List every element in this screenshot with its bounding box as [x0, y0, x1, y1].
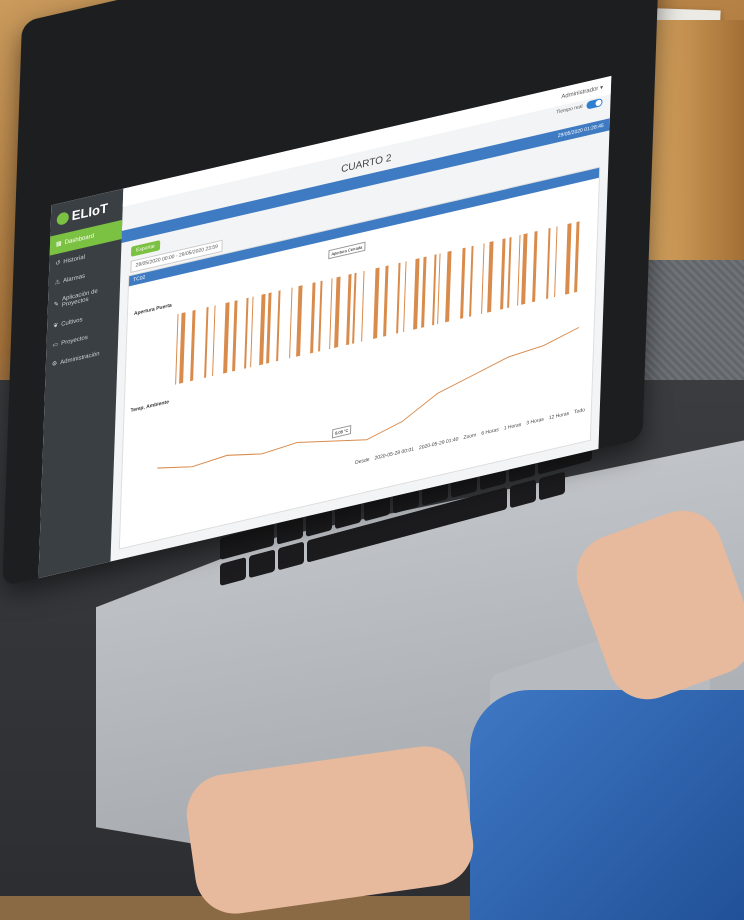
door-event-bar — [244, 297, 249, 369]
logo-icon — [56, 210, 70, 226]
sidebar-item-label: Proyectos — [61, 334, 88, 347]
door-event-bar — [175, 313, 179, 385]
from-input[interactable]: 2020-05-28 00:01 — [374, 446, 414, 461]
gear-icon: ⚙ — [51, 360, 58, 369]
leaf-icon: ❦ — [52, 322, 59, 330]
door-event-bar — [361, 270, 365, 342]
door-event-bar — [554, 226, 558, 298]
dashboard-icon: ▦ — [55, 240, 62, 249]
door-event-bar — [460, 247, 466, 319]
door-event-bar — [250, 296, 254, 368]
sidebar-item-label: Administración — [60, 350, 100, 366]
door-event-bar — [383, 265, 389, 337]
door-event-bar — [487, 241, 494, 313]
door-event-bar — [310, 282, 316, 354]
door-event-bar — [517, 234, 521, 306]
door-event-bar — [223, 302, 230, 374]
door-event-bar — [574, 221, 580, 293]
door-event-bar — [346, 273, 352, 346]
sidebar-item-label: Historial — [63, 253, 86, 265]
door-event-bar — [318, 280, 323, 352]
door-event-bar — [546, 227, 551, 300]
door-event-bar — [289, 287, 293, 359]
zoom-option[interactable]: 6 Horas — [481, 427, 499, 437]
door-event-bar — [507, 236, 512, 309]
door-event-bar — [179, 312, 186, 384]
blue-shirt — [470, 690, 744, 920]
door-event-bar — [469, 245, 474, 317]
door-event-bar — [276, 290, 281, 362]
door-event-bar — [373, 267, 380, 339]
door-event-bar — [521, 233, 528, 305]
sidebar: ELIoT ▦ Dashboard ↺ Historial ⚠ Alarmas ✎ Ap… — [38, 188, 124, 579]
door-event-bar — [334, 276, 341, 348]
zoom-label: Zoom — [463, 432, 477, 442]
brand-name: ELIoT — [71, 200, 109, 224]
user-menu[interactable]: Administrador ▾ — [561, 83, 603, 100]
door-event-bar — [481, 243, 485, 315]
door-event-bar — [532, 230, 538, 303]
door-event-bar — [212, 305, 216, 377]
door-event-bar — [259, 293, 266, 366]
door-event-bar — [403, 261, 407, 333]
door-event-bar — [500, 238, 506, 310]
door-event-bar — [445, 250, 452, 323]
door-event-bar — [396, 262, 401, 334]
zoom-option[interactable]: Todo — [574, 407, 585, 416]
folder-icon: ▭ — [52, 341, 59, 349]
from-label: Desde — [354, 456, 370, 467]
zoom-option[interactable]: 12 Horas — [549, 411, 570, 422]
door-event-bar — [565, 223, 572, 295]
sidebar-item-label: Dashboard — [64, 232, 95, 246]
door-event-bar — [190, 309, 196, 382]
band-datetime: 29/05/2020 01:28:45 — [557, 122, 604, 140]
wrench-icon: ✎ — [53, 300, 59, 309]
alert-icon: ⚠ — [54, 279, 61, 287]
history-icon: ↺ — [55, 260, 61, 268]
zoom-option[interactable]: 1 Horas — [504, 422, 522, 432]
to-input[interactable]: 2020-05-29 01:40 — [419, 436, 459, 451]
door-event-bar — [421, 256, 427, 328]
door-event-bar — [232, 300, 238, 372]
door-event-bar — [432, 254, 437, 326]
door-event-bar — [204, 306, 209, 378]
door-event-bar — [352, 272, 357, 344]
sidebar-item-label: Alarmas — [62, 272, 86, 285]
door-event-bar — [437, 253, 441, 325]
door-event-bar — [413, 258, 420, 330]
zoom-option[interactable]: 3 Horas — [526, 417, 544, 427]
door-event-bar — [329, 278, 333, 350]
sidebar-item-label: Cultivos — [61, 316, 83, 328]
door-event-bar — [296, 285, 303, 357]
door-marker: Apertura Cerrada — [328, 241, 366, 260]
door-event-bar — [266, 292, 272, 364]
